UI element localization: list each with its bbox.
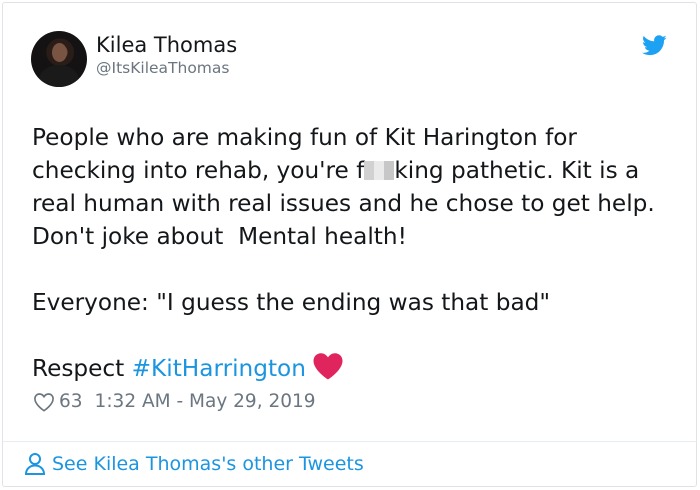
tweet-meta: 63 1:32 AM - May 29, 2019 — [33, 389, 316, 415]
like-count: 63 — [59, 391, 83, 412]
hashtag-link[interactable]: #KitHarrington — [132, 355, 306, 382]
other-tweets-label[interactable]: See Kilea Thomas's other Tweets — [52, 451, 364, 477]
footer-divider — [2, 441, 697, 442]
redacted-blur — [364, 161, 395, 180]
other-tweets-link[interactable]: See Kilea Thomas's other Tweets — [24, 451, 364, 477]
red-heart-icon — [313, 353, 343, 380]
person-icon — [24, 453, 46, 475]
tweet-text-part-2: king pathetic. Kit is a real human with … — [32, 157, 655, 382]
avatar-body — [39, 65, 79, 87]
heart-outline-icon[interactable] — [33, 392, 55, 412]
tweet-timestamp[interactable]: 1:32 AM - May 29, 2019 — [95, 389, 316, 415]
tweet-text: People who are making fun of Kit Haringt… — [32, 121, 672, 385]
author-handle[interactable]: @ItsKileaThomas — [96, 58, 229, 78]
author-name[interactable]: Kilea Thomas — [96, 32, 237, 58]
author-avatar[interactable] — [31, 31, 87, 87]
avatar-face — [52, 43, 67, 62]
twitter-bird-icon[interactable] — [642, 35, 667, 56]
